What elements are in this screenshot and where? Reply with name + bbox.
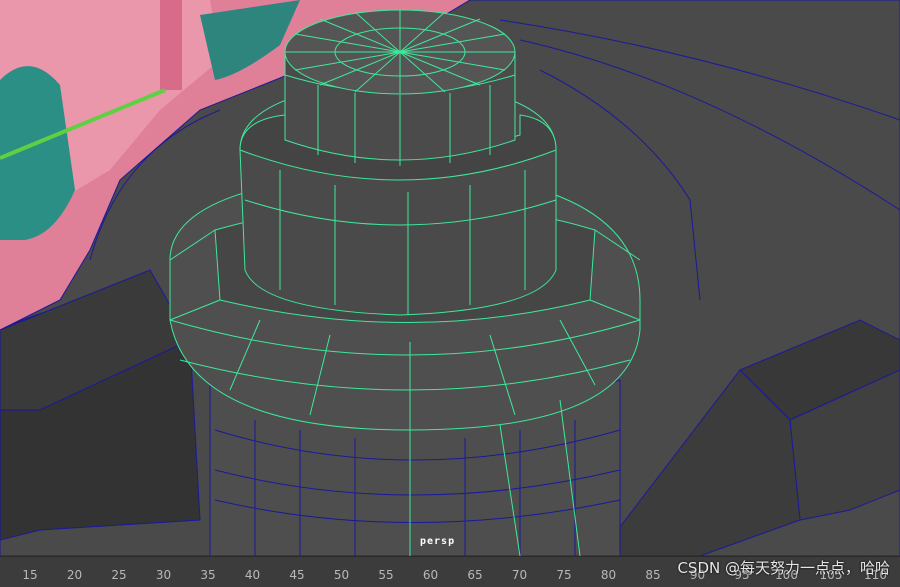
- watermark: CSDN @每天努力一点点，哈哈: [677, 559, 890, 577]
- timeline-tick-label: 70: [511, 568, 528, 582]
- timeline-tick-label: 35: [200, 568, 216, 582]
- scene-3d[interactable]: [0, 0, 900, 556]
- timeline-tick-label: 65: [467, 568, 483, 582]
- timeline-tick-label: 50: [333, 568, 350, 582]
- perspective-viewport[interactable]: persp: [0, 0, 900, 556]
- timeline-tick-label: 60: [422, 568, 439, 582]
- timeline-tick-label: 85: [645, 568, 661, 582]
- timeline-tick-label: 55: [378, 568, 394, 582]
- timeline-tick-label: 15: [22, 568, 38, 582]
- pink-pole: [160, 0, 182, 90]
- camera-label: persp: [420, 536, 456, 547]
- timeline-tick-label: 30: [155, 568, 172, 582]
- timeline-tick-label: 80: [600, 568, 617, 582]
- time-slider[interactable]: 15 20 25 30 35 40 45 50 55 60 65 70 75 80 85 90 95 100 105…: [0, 556, 900, 587]
- timeline-tick-label: 20: [66, 568, 83, 582]
- timeline-tick-label: 25: [111, 568, 127, 582]
- timeline-tick-label: 45: [289, 568, 305, 582]
- timeline-tick-label: 40: [244, 568, 261, 582]
- timeline-tick-label: 75: [556, 568, 572, 582]
